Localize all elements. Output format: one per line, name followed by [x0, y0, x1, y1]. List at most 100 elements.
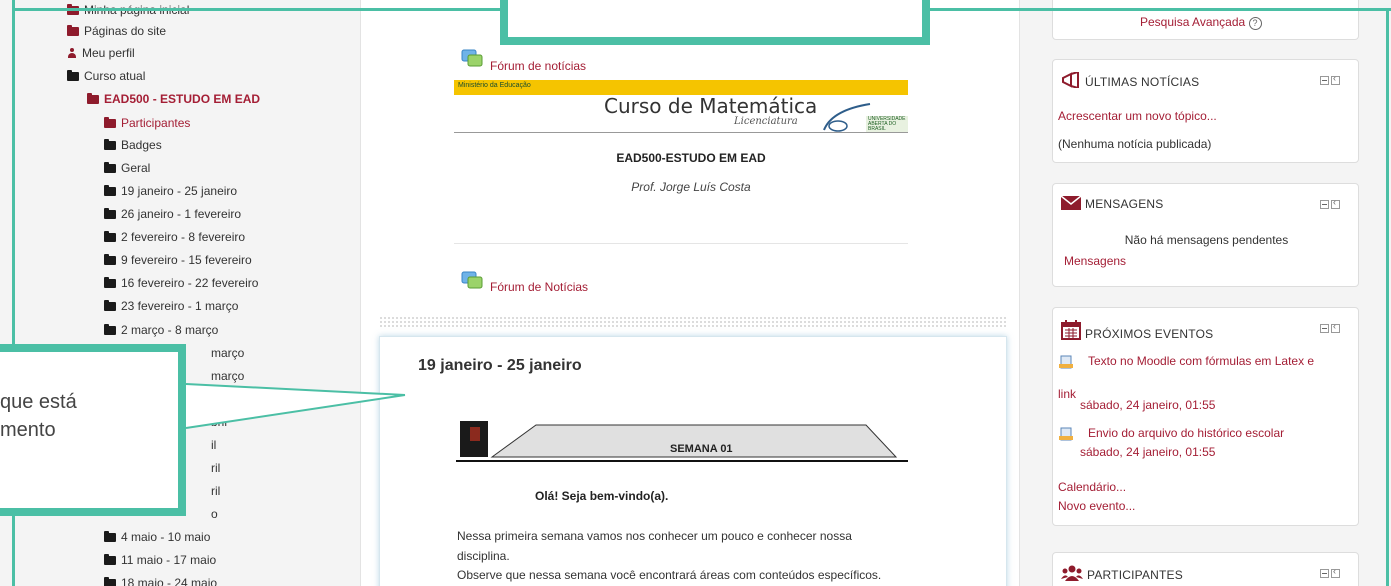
frame-line-top-left	[12, 8, 500, 11]
forum-news-link[interactable]: Fórum de notícias	[490, 59, 586, 73]
nav-item-week-11[interactable]: bril	[211, 413, 227, 431]
folder-icon	[104, 531, 116, 542]
participants-header: PARTICIPANTES	[1061, 565, 1183, 584]
assignment-icon	[1059, 355, 1073, 369]
new-event-link[interactable]: Novo evento...	[1058, 499, 1135, 513]
messages-link[interactable]: Mensagens	[1064, 254, 1126, 268]
nav-item-general[interactable]: Geral	[104, 159, 150, 177]
search-block: Pesquisa Avançada ?	[1052, 0, 1359, 40]
nav-item-week-6[interactable]: 23 fevereiro - 1 março	[104, 297, 238, 315]
latest-news-block: ÚLTIMAS NOTÍCIAS Acrescentar um novo tóp…	[1052, 59, 1359, 163]
frame-line-right	[1386, 8, 1389, 586]
folder-icon	[104, 300, 116, 311]
messages-block: MENSAGENS Não há mensagens pendentes Men…	[1052, 183, 1359, 287]
nav-item-my-profile[interactable]: Meu perfil	[67, 44, 135, 62]
folder-icon	[104, 162, 116, 173]
course-name: EAD500-ESTUDO EM EAD	[616, 151, 766, 165]
folder-icon	[104, 277, 116, 288]
add-topic-link[interactable]: Acrescentar um novo tópico...	[1058, 109, 1217, 123]
folder-icon	[104, 254, 116, 265]
nav-item-week-10[interactable]: março	[211, 390, 244, 408]
event-1-link-cont[interactable]: link	[1058, 387, 1076, 401]
event-1-date[interactable]: sábado, 24 janeiro, 01:55	[1080, 398, 1215, 412]
block-controls[interactable]	[1320, 321, 1342, 333]
forum-icon	[461, 49, 483, 67]
nav-item-participants[interactable]: Participantes	[104, 114, 190, 132]
nav-item-badges[interactable]: Badges	[104, 136, 162, 154]
envelope-icon	[1060, 195, 1082, 210]
block-controls[interactable]	[1320, 73, 1342, 85]
dock-icon[interactable]	[1331, 197, 1340, 209]
nav-item-week-12[interactable]: il	[211, 436, 216, 454]
screenshot-frame: Minha página inicial Páginas do site Meu…	[0, 0, 1391, 586]
minimize-icon[interactable]	[1320, 569, 1329, 578]
university-logo: UNIVERSIDADE ABERTA DO BRASIL	[866, 116, 908, 133]
messages-header: MENSAGENS	[1060, 195, 1163, 213]
help-icon[interactable]: ?	[1248, 17, 1262, 30]
banner-subtitle: Licenciatura	[734, 116, 798, 127]
nav-item-week-15[interactable]: o	[211, 505, 218, 523]
minimize-icon[interactable]	[1320, 200, 1329, 209]
nav-item-week-17[interactable]: 11 maio - 17 maio	[104, 551, 216, 569]
week-banner-graphic	[456, 421, 908, 462]
nav-item-week-9[interactable]: março	[211, 367, 244, 385]
nav-item-week-8[interactable]: março	[211, 344, 244, 362]
users-icon	[1061, 565, 1083, 581]
university-swoosh-icon	[823, 103, 871, 132]
folder-icon	[104, 324, 116, 335]
megaphone-icon	[1062, 70, 1079, 90]
nav-item-week-2[interactable]: 26 janeiro - 1 fevereiro	[104, 205, 241, 223]
banner-title: Curso de Matemática	[604, 94, 818, 118]
folder-icon	[104, 231, 116, 242]
folder-icon	[104, 117, 116, 128]
ministry-label: Ministério da Educação	[458, 82, 531, 89]
nav-item-week-3[interactable]: 2 fevereiro - 8 fevereiro	[104, 228, 245, 246]
block-controls[interactable]	[1320, 197, 1342, 209]
nav-item-week-5[interactable]: 16 fevereiro - 22 fevereiro	[104, 274, 258, 292]
nav-item-site-pages[interactable]: Páginas do site	[67, 22, 166, 40]
no-news-text: (Nenhuma notícia publicada)	[1058, 137, 1212, 151]
minimize-icon[interactable]	[1320, 324, 1329, 333]
folder-icon	[104, 185, 116, 196]
forum-news-link-2[interactable]: Fórum de Notícias	[490, 280, 588, 294]
nav-item-week-7[interactable]: 2 março - 8 março	[104, 321, 218, 339]
dock-icon[interactable]	[1331, 73, 1340, 85]
folder-icon	[104, 139, 116, 150]
callout-box: que está mento	[0, 344, 186, 516]
nav-item-week-1[interactable]: 19 janeiro - 25 janeiro	[104, 182, 237, 200]
calendar-link[interactable]: Calendário...	[1058, 480, 1126, 494]
nav-item-week-14[interactable]: ril	[211, 482, 220, 500]
block-controls[interactable]	[1320, 566, 1342, 578]
advanced-search-link[interactable]: Pesquisa Avançada ?	[1140, 15, 1262, 30]
nav-item-week-4[interactable]: 9 fevereiro - 15 fevereiro	[104, 251, 252, 269]
dock-icon[interactable]	[1331, 321, 1340, 333]
nav-item-course-ead500[interactable]: EAD500 - ESTUDO EM EAD	[87, 90, 260, 108]
right-sidebar: Pesquisa Avançada ? ÚLTIMAS NOTÍCIAS Acr…	[1030, 0, 1391, 586]
latest-news-header: ÚLTIMAS NOTÍCIAS	[1061, 70, 1199, 91]
event-2-date[interactable]: sábado, 24 janeiro, 01:55	[1080, 445, 1215, 459]
week-banner-label: SEMANA 01	[670, 443, 733, 455]
course-professor: Prof. Jorge Luís Costa	[631, 180, 751, 194]
event-2-link[interactable]: Envio do arquivo do histórico escolar	[1088, 426, 1284, 440]
user-icon	[67, 48, 77, 58]
minimize-icon[interactable]	[1320, 76, 1329, 85]
nav-item-week-18[interactable]: 18 maio - 24 maio	[104, 574, 217, 586]
forum-icon	[461, 271, 483, 289]
event-1-link[interactable]: Texto no Moodle com fórmulas em Latex e	[1088, 354, 1314, 368]
week-section: 19 janeiro - 25 janeiro SEMANA 01 Olá! S…	[379, 336, 1007, 586]
divider	[454, 243, 908, 244]
no-messages-text: Não há mensagens pendentes	[1124, 233, 1289, 247]
nav-item-week-13[interactable]: ril	[211, 459, 220, 477]
course-banner: Ministério da Educação Curso de Matemáti…	[454, 80, 908, 134]
participants-block: PARTICIPANTES	[1052, 552, 1359, 586]
folder-icon	[104, 577, 116, 586]
intro-paragraph-line-3: Observe que nessa semana você encontrará…	[457, 568, 882, 582]
welcome-text: Olá! Seja bem-vindo(a).	[535, 489, 669, 503]
folder-open-icon	[67, 70, 79, 81]
folder-icon	[104, 554, 116, 565]
upcoming-events-header: PRÓXIMOS EVENTOS	[1061, 320, 1213, 343]
dock-icon[interactable]	[1331, 566, 1340, 578]
nav-item-week-16[interactable]: 4 maio - 10 maio	[104, 528, 210, 546]
folder-icon	[104, 208, 116, 219]
nav-item-current-course[interactable]: Curso atual	[67, 67, 145, 85]
